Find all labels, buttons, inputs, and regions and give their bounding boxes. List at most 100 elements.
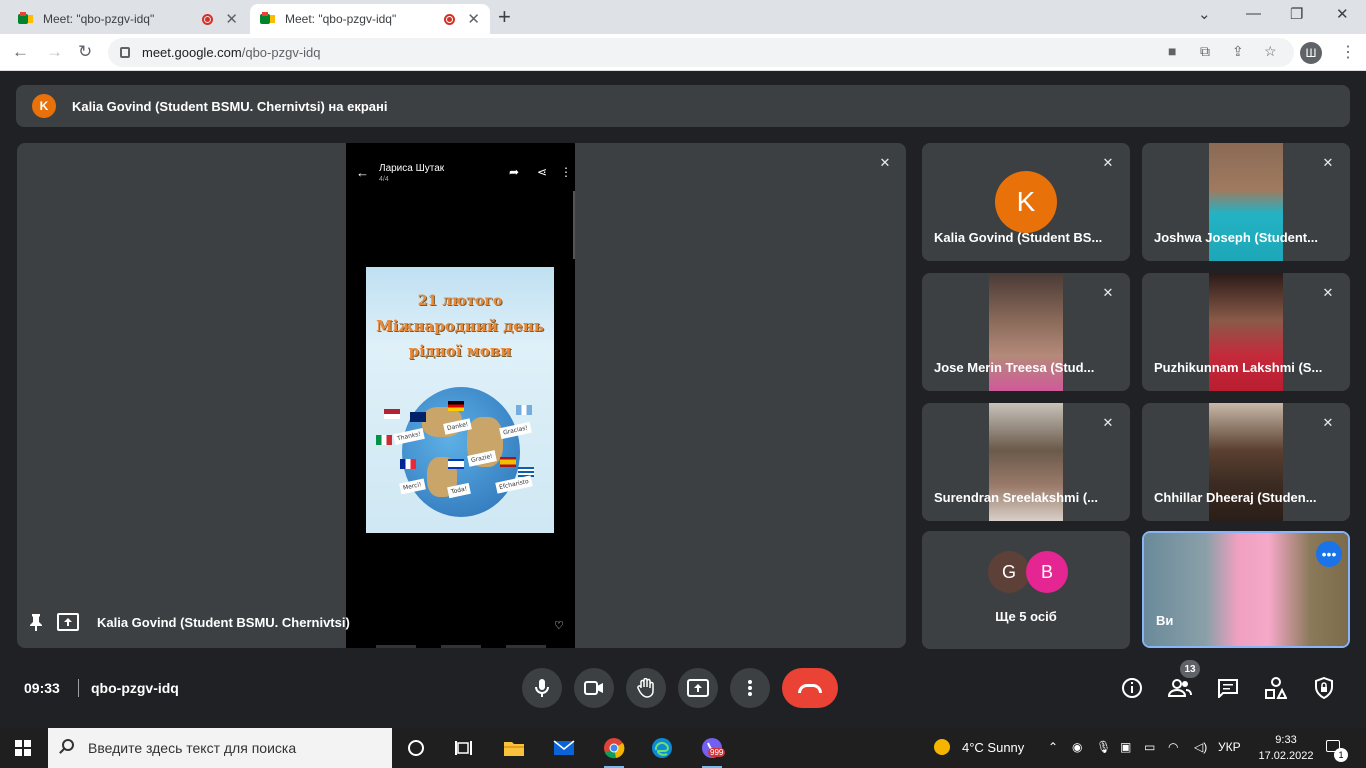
poster-line-2: Міжнародний день [376,317,544,335]
close-window-icon[interactable]: ✕ [1336,5,1349,23]
file-explorer-icon[interactable] [502,736,526,760]
host-controls-button[interactable] [1312,676,1336,700]
tab-strip: Meet: "qbo-pzgv-idq" ✕ Meet: "qbo-pzgv-i… [0,0,1366,34]
participant-name: Chhillar Dheeraj (Studen... [1154,490,1317,505]
participant-tile[interactable]: ✕ Chhillar Dheeraj (Studen... [1142,403,1350,521]
tab-meet-1[interactable]: Meet: "qbo-pzgv-idq" ✕ [8,4,248,34]
videocam-icon [584,681,603,695]
poster-line-3: рідної мови [408,342,512,360]
avatar: G [988,551,1030,593]
mic-off-icon: ✕ [879,155,891,170]
cortana-icon[interactable] [404,736,428,760]
translate-icon[interactable]: ⧉ [1200,43,1210,60]
task-view-icon[interactable] [452,736,476,760]
participant-name: Puzhikunnam Lakshmi (S... [1154,360,1323,375]
lock-icon [120,47,130,58]
taskbar-search-field[interactable]: Введите здесь текст для поиска [48,728,392,768]
activities-icon [1265,677,1287,699]
search-placeholder: Введите здесь текст для поиска [88,740,297,756]
poster-image: 21 лютого Міжнародний день рідної мови T… [366,267,554,533]
more-options-button[interactable] [730,668,770,708]
bottom-bar [506,645,546,648]
bookmark-star-icon[interactable]: ☆ [1264,43,1277,60]
meeting-time: 09:33 [24,680,60,696]
screen-share-tray-icon[interactable]: ▣ [1120,740,1131,754]
share-icon[interactable]: ⇪ [1232,43,1244,60]
participant-tile[interactable]: ✕ Puzhikunnam Lakshmi (S... [1142,273,1350,391]
new-tab-button[interactable]: + [498,6,511,28]
wifi-icon[interactable]: ◠ [1168,740,1178,754]
call-end-icon [798,683,822,693]
leave-call-button[interactable] [782,668,838,708]
bottom-bar [376,645,416,648]
show-hidden-icons[interactable]: ⌃ [1048,740,1058,754]
participant-tile[interactable]: K ✕ Kalia Govind (Student BS... [922,143,1130,261]
sender-name: Лариса Шутак [379,163,445,174]
reload-icon[interactable]: ↻ [78,42,92,62]
camera-button[interactable] [574,668,614,708]
address-bar: ← → ↻ meet.google.com/qbo-pzgv-idq ■ ⧉ ⇪… [0,34,1366,71]
microphone-button[interactable] [522,668,562,708]
back-icon[interactable]: ← [12,42,29,62]
recording-icon [202,13,214,25]
back-arrow-icon: ← [356,165,369,180]
microphone-icon [535,679,549,697]
volume-icon[interactable]: ◁) [1194,740,1207,754]
more-options-icon[interactable]: ••• [1316,541,1342,567]
people-button[interactable] [1168,676,1192,700]
close-tab-icon[interactable]: ✕ [467,10,480,28]
mic-off-icon: ✕ [1102,155,1114,170]
participant-name: Joshwa Joseph (Student... [1154,230,1318,245]
presentation-stage[interactable]: ← Лариса Шутак 4/4 ➦ ⋖ ⋮ 21 лютого Міжна… [17,143,906,648]
tab-title: Meet: "qbo-pzgv-idq" [43,12,155,26]
battery-icon[interactable]: ▭ [1144,740,1155,754]
poster-line-1: 21 лютого [417,293,503,309]
presentation-icon[interactable] [57,613,79,631]
meet-tray-icon[interactable]: ◉ [1072,740,1082,754]
viber-badge: 999 [708,748,726,757]
mail-icon[interactable] [552,736,576,760]
profile-avatar[interactable]: Ш [1300,42,1322,64]
keyboard-language[interactable]: УКР [1218,740,1241,754]
chat-icon [1218,679,1238,698]
camera-icon[interactable]: ■ [1168,43,1176,59]
pin-icon[interactable] [29,613,43,631]
chat-button[interactable] [1216,676,1240,700]
self-label: Ви [1156,613,1174,628]
weather-widget[interactable]: 4°C Sunny [934,739,1024,755]
browser-menu-icon[interactable]: ⋮ [1340,42,1356,62]
raise-hand-button[interactable] [626,668,666,708]
minimize-icon[interactable]: — [1246,5,1261,22]
more-participants-tile[interactable]: G B Ще 5 осіб [922,531,1130,649]
meeting-details-button[interactable] [1120,676,1144,700]
forward-icon[interactable]: → [46,42,63,62]
mic-off-icon: ✕ [1322,415,1334,430]
url-field[interactable]: meet.google.com/qbo-pzgv-idq [108,38,1294,67]
participant-name: Kalia Govind (Student BS... [934,230,1103,245]
chrome-icon[interactable] [602,736,626,768]
forward-icon: ➦ [509,165,520,179]
windows-start-icon[interactable] [15,740,31,756]
tab-meet-2[interactable]: Meet: "qbo-pzgv-idq" ✕ [250,4,490,34]
present-now-button[interactable] [678,668,718,708]
more-participants-label: Ще 5 осіб [995,609,1057,624]
avatar: K [32,94,56,118]
activities-button[interactable] [1264,676,1288,700]
meeting-controls: 09:33 qbo-pzgv-idq 13 [0,660,1366,718]
tab-search-icon[interactable]: ⌄ [1198,5,1211,23]
edge-icon[interactable] [650,736,674,760]
avatar: K [995,171,1057,233]
self-tile[interactable]: ••• Ви [1142,531,1350,648]
more-vert-icon [748,680,752,696]
participant-tile[interactable]: ✕ Surendran Sreelakshmi (... [922,403,1130,521]
maximize-icon[interactable]: ❐ [1290,5,1303,23]
microphone-tray-icon[interactable]: 🎙︎ [1096,740,1111,754]
taskbar-clock[interactable]: 9:33 17.02.2022 [1256,732,1316,764]
participant-tile[interactable]: ✕ Jose Merin Treesa (Stud... [922,273,1130,391]
participant-tile[interactable]: ✕ Joshwa Joseph (Student... [1142,143,1350,261]
url-path: /qbo-pzgv-idq [241,45,321,60]
presenting-banner: K Kalia Govind (Student BSMU. Chernivtsi… [16,85,1350,127]
people-icon [1168,679,1192,697]
windows-taskbar: Введите здесь текст для поиска 999 4°C S… [0,728,1366,768]
close-tab-icon[interactable]: ✕ [225,10,238,28]
